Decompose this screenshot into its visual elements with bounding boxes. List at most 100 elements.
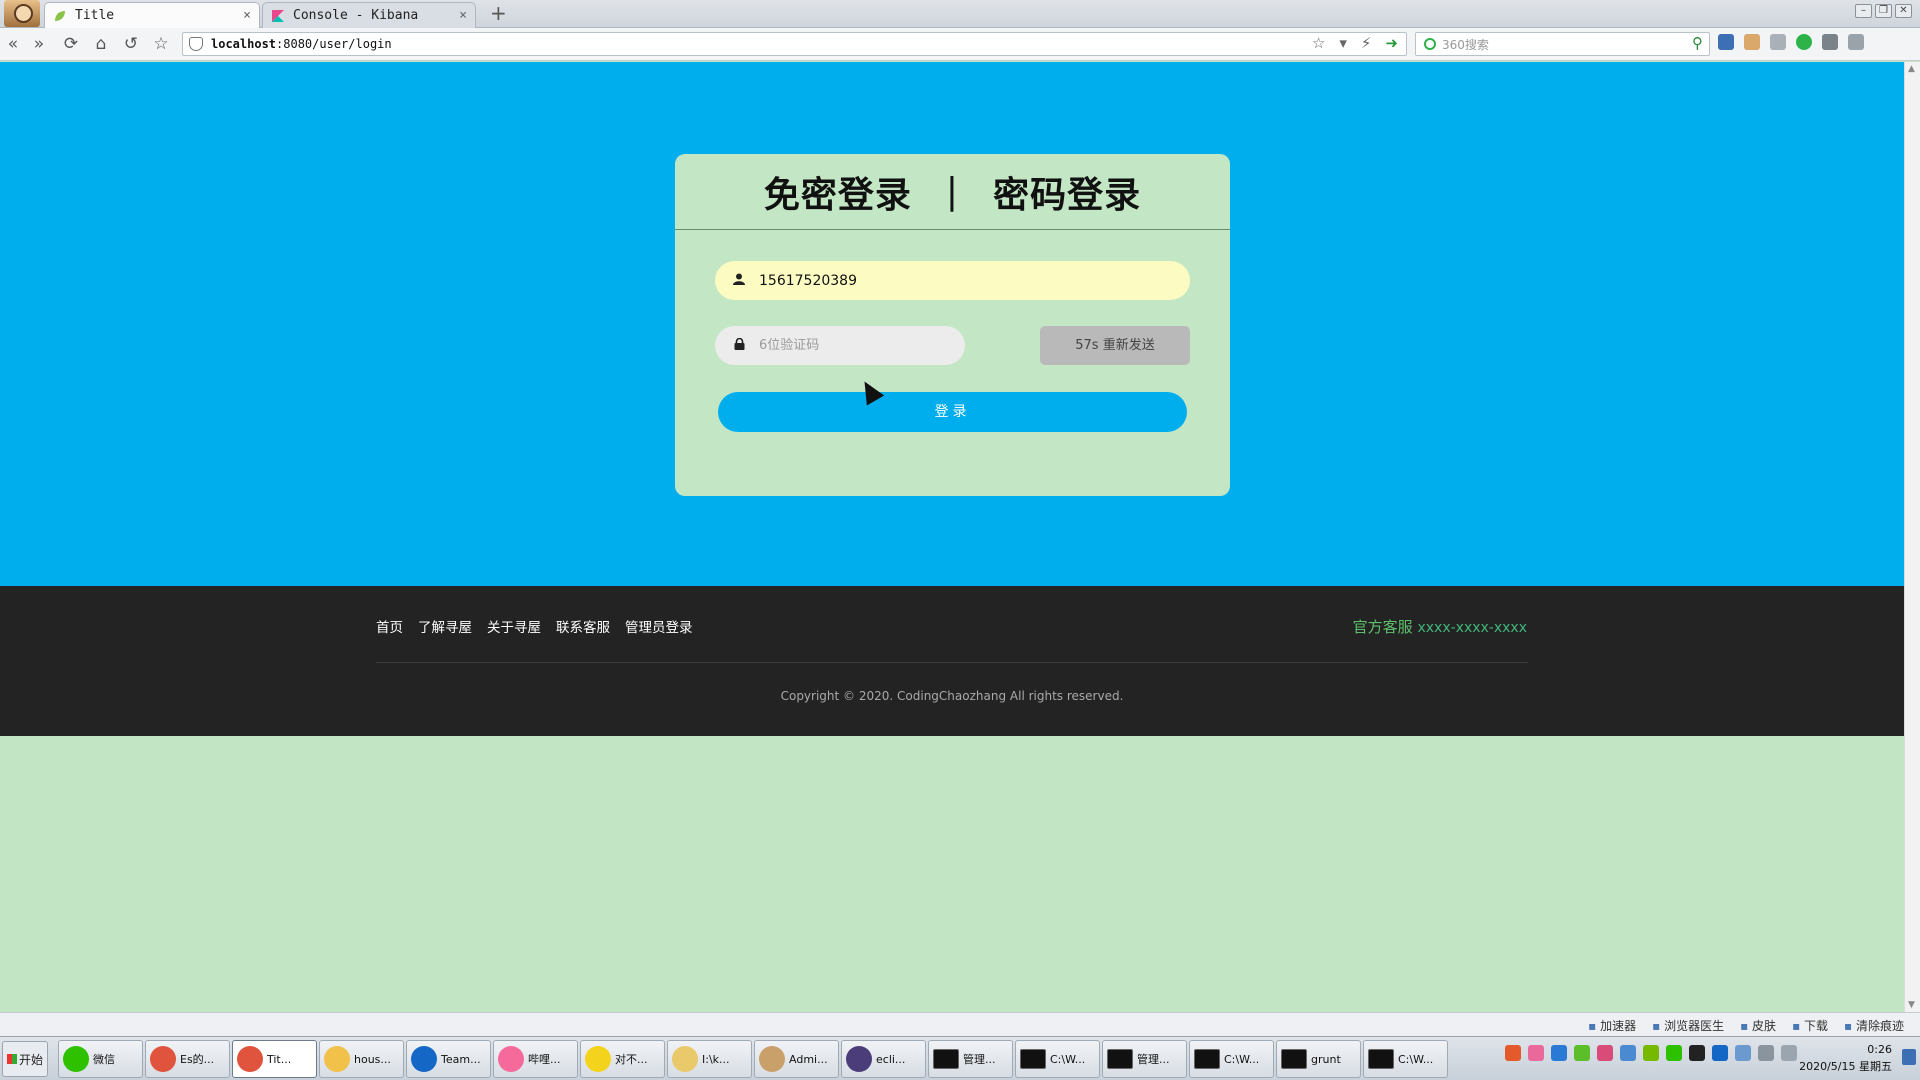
restore-icon[interactable]: ❐ xyxy=(1875,4,1892,18)
taskbar-task[interactable]: 哔哩... xyxy=(493,1040,578,1078)
status-tools: 加速器 浏览器医生 皮肤 下载 清除痕迹 xyxy=(1588,1017,1904,1034)
taskbar-task[interactable]: C:\W... xyxy=(1015,1040,1100,1078)
green-icon[interactable] xyxy=(1574,1045,1590,1061)
back-icon[interactable]: « xyxy=(2,33,24,55)
tab-close-icon[interactable]: × xyxy=(459,8,467,23)
login-hero: 免密登录 | 密码登录 57s 重新发送 登录 xyxy=(0,62,1904,586)
tools-icon[interactable] xyxy=(1848,34,1864,50)
tab-password-login[interactable]: 密码登录 xyxy=(993,166,1141,218)
verification-code-input[interactable] xyxy=(759,338,949,353)
tab-title[interactable]: Title × xyxy=(44,2,260,28)
address-bar[interactable]: localhost:8080/user/login ☆ ▾ ⚡ ➜ xyxy=(182,32,1407,56)
footer-nav: 首页 了解寻屋 关于寻屋 联系客服 管理员登录 xyxy=(376,616,693,636)
footer-link-learn[interactable]: 了解寻屋 xyxy=(418,616,472,636)
compat-mode-icon[interactable]: ⚡ xyxy=(1361,34,1372,52)
status-download[interactable]: 下载 xyxy=(1792,1017,1828,1034)
status-clear-traces[interactable]: 清除痕迹 xyxy=(1844,1017,1904,1034)
bookmark-star-icon[interactable]: ☆ xyxy=(1312,34,1325,52)
url-text[interactable]: localhost:8080/user/login xyxy=(211,37,392,51)
volume-icon[interactable] xyxy=(1758,1045,1774,1061)
status-accelerator[interactable]: 加速器 xyxy=(1588,1017,1636,1034)
calendar-icon[interactable] xyxy=(1528,1045,1544,1061)
taskbar-task-label: Team... xyxy=(441,1052,481,1066)
taskbar-task[interactable]: C:\W... xyxy=(1189,1040,1274,1078)
browser-tab-bar: Title × Console - Kibana × + – ❐ ✕ xyxy=(0,0,1920,28)
verification-code-field[interactable] xyxy=(715,326,965,365)
forward-icon[interactable]: » xyxy=(28,33,50,55)
system-clock[interactable]: 0:26 2020/5/15 星期五 xyxy=(1799,1041,1892,1075)
taskbar-task[interactable]: 管理... xyxy=(1102,1040,1187,1078)
tab-close-icon[interactable]: × xyxy=(243,8,251,23)
apps-grid-icon[interactable] xyxy=(1718,34,1734,50)
start-button[interactable]: 开始 xyxy=(2,1041,48,1077)
footer-link-contact[interactable]: 联系客服 xyxy=(556,616,610,636)
site-footer: 首页 了解寻屋 关于寻屋 联系客服 管理员登录 官方客服 xxxx-xxxx-x… xyxy=(0,586,1904,736)
wifi-icon[interactable] xyxy=(1735,1045,1751,1061)
scroll-down-icon[interactable]: ▼ xyxy=(1908,1000,1915,1010)
window-controls: – ❐ ✕ xyxy=(1855,4,1912,18)
login-button[interactable]: 登录 xyxy=(718,392,1187,432)
scroll-up-icon[interactable]: ▲ xyxy=(1908,64,1915,74)
taskbar-task[interactable]: 对不... xyxy=(580,1040,665,1078)
shield-icon[interactable] xyxy=(1551,1045,1567,1061)
lock-icon xyxy=(733,337,745,354)
phone-input[interactable] xyxy=(759,272,1139,289)
refresh-icon[interactable]: ⟳ xyxy=(60,33,82,55)
minimize-icon[interactable]: – xyxy=(1855,4,1872,18)
tab-passwordless-login[interactable]: 免密登录 xyxy=(764,166,912,218)
taskbar-task-label: C:\W... xyxy=(1050,1052,1086,1066)
user-avatar[interactable] xyxy=(4,0,40,27)
browser-icon xyxy=(237,1046,263,1072)
taskbar-task-label: ecli... xyxy=(876,1052,906,1066)
nvidia-icon[interactable] xyxy=(1643,1045,1659,1061)
sync-icon[interactable] xyxy=(1597,1045,1613,1061)
go-arrow-icon[interactable]: ➜ xyxy=(1385,34,1398,52)
page-content: 免密登录 | 密码登录 57s 重新发送 登录 首页 了解寻屋 xyxy=(0,62,1904,1012)
search-box[interactable]: 360搜索 ⚲ xyxy=(1415,32,1710,56)
taskbar-task-label: Tit... xyxy=(267,1052,292,1066)
taskbar-task[interactable]: Tit... xyxy=(232,1040,317,1078)
flag-tray-icon[interactable] xyxy=(1781,1045,1797,1061)
taskbar-task[interactable]: grunt xyxy=(1276,1040,1361,1078)
show-desktop-button[interactable] xyxy=(1902,1049,1916,1065)
taskbar-task[interactable]: 管理... xyxy=(928,1040,1013,1078)
taskbar-task[interactable]: ecli... xyxy=(841,1040,926,1078)
new-tab-button[interactable]: + xyxy=(490,2,507,24)
camera-icon[interactable] xyxy=(1770,34,1786,50)
taskbar-task[interactable]: Es的... xyxy=(145,1040,230,1078)
taskbar-task[interactable]: hous... xyxy=(319,1040,404,1078)
footer-link-about[interactable]: 关于寻屋 xyxy=(487,616,541,636)
taskbar-task[interactable]: 微信 xyxy=(58,1040,143,1078)
green-circle-icon[interactable] xyxy=(1796,34,1812,50)
service-label: 官方客服 xyxy=(1352,618,1413,636)
footer-link-home[interactable]: 首页 xyxy=(376,616,403,636)
teamviewer-tray-icon[interactable] xyxy=(1712,1045,1728,1061)
home-icon[interactable]: ⌂ xyxy=(90,33,112,55)
status-skin[interactable]: 皮肤 xyxy=(1740,1017,1776,1034)
search-icon[interactable]: ⚲ xyxy=(1692,34,1703,52)
taskbar-task[interactable]: C:\W... xyxy=(1363,1040,1448,1078)
phone-field[interactable] xyxy=(715,261,1190,300)
favorite-icon[interactable]: ☆ xyxy=(150,33,172,55)
taskbar-task[interactable]: Admi... xyxy=(754,1040,839,1078)
skin-icon[interactable] xyxy=(1744,34,1760,50)
network-icon[interactable] xyxy=(1620,1045,1636,1061)
taskbar-task[interactable]: Team... xyxy=(406,1040,491,1078)
undo-close-icon[interactable]: ↺ xyxy=(120,33,142,55)
close-window-icon[interactable]: ✕ xyxy=(1895,4,1912,18)
taskbar-task-label: I:\k... xyxy=(702,1052,730,1066)
taskbar-task[interactable]: I:\k... xyxy=(667,1040,752,1078)
taskbar-tasks: 微信 Es的... Tit... hous... Team... 哔哩... 对不... I:… xyxy=(58,1040,1448,1078)
folder-icon xyxy=(324,1046,350,1072)
scissors-icon[interactable] xyxy=(1822,34,1838,50)
footer-link-admin-login[interactable]: 管理员登录 xyxy=(625,616,693,636)
page-scrollbar[interactable]: ▲ ▼ xyxy=(1904,62,1920,1012)
status-browser-doctor[interactable]: 浏览器医生 xyxy=(1652,1017,1724,1034)
sogou-icon[interactable] xyxy=(1505,1045,1521,1061)
dropdown-icon[interactable]: ▾ xyxy=(1339,34,1347,52)
wechat-tray-icon[interactable] xyxy=(1666,1045,1682,1061)
tab-kibana[interactable]: Console - Kibana × xyxy=(262,2,476,28)
qq-icon[interactable] xyxy=(1689,1045,1705,1061)
resend-code-button[interactable]: 57s 重新发送 xyxy=(1040,326,1190,365)
system-tray xyxy=(1505,1045,1797,1061)
